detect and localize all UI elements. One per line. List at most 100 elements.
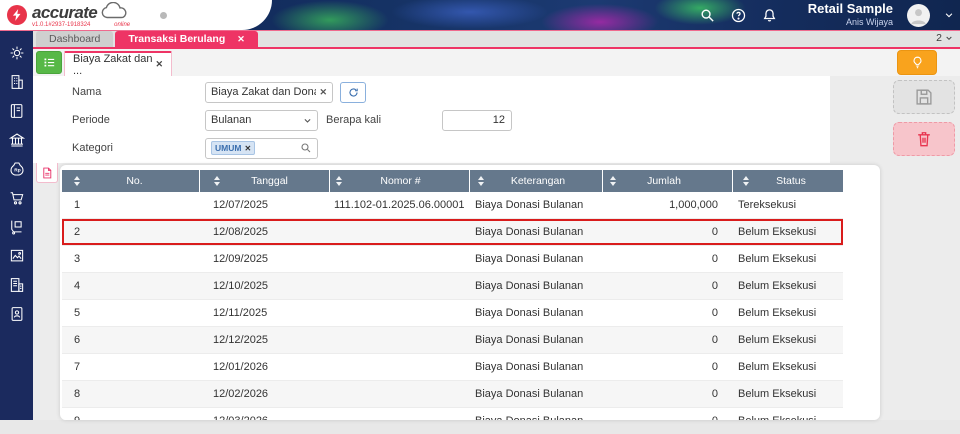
- cell-jumlah: 0: [711, 226, 718, 238]
- sidebar-item-company[interactable]: [8, 73, 26, 91]
- table-row[interactable]: 3 12/09/2025 Biaya Donasi Bulanan 0 Belu…: [62, 246, 843, 273]
- form-panel: Nama Biaya Zakat dan Donasi Bulanan ✕ Pe…: [33, 76, 830, 163]
- inventory-image-icon: [10, 249, 23, 262]
- refresh-icon: [349, 87, 358, 97]
- list-view-button[interactable]: [36, 51, 62, 74]
- cell-keterangan: Biaya Donasi Bulanan: [475, 334, 584, 346]
- svg-text:Rp: Rp: [14, 168, 21, 174]
- sidebar-item-purchase[interactable]: [8, 218, 26, 236]
- subtab-label: Biaya Zakat dan ...: [73, 52, 153, 77]
- content-area: Nama Biaya Zakat dan Donasi Bulanan ✕ Pe…: [33, 76, 960, 420]
- nama-value: Biaya Zakat dan Donasi Bulanan: [211, 86, 316, 98]
- cell-status: Belum Eksekusi: [738, 388, 817, 400]
- money-bag-icon: Rp: [9, 162, 24, 176]
- user-name: Anis Wijaya: [845, 17, 893, 28]
- notifications-bell-icon[interactable]: [761, 7, 778, 24]
- periode-select[interactable]: Bulanan: [205, 109, 318, 131]
- table-row[interactable]: 7 12/01/2026 Biaya Donasi Bulanan 0 Belu…: [62, 354, 843, 381]
- cell-keterangan: Biaya Donasi Bulanan: [475, 307, 584, 319]
- avatar[interactable]: [907, 3, 930, 27]
- column-header-status[interactable]: Status: [733, 170, 843, 192]
- lightbulb-icon: [913, 56, 921, 69]
- cell-status: Belum Eksekusi: [738, 361, 817, 373]
- user-menu-chevron-icon[interactable]: [944, 10, 954, 20]
- save-button[interactable]: [893, 80, 955, 114]
- accurate-logo-icon: [7, 5, 27, 25]
- cell-jumlah: 0: [711, 388, 718, 400]
- trash-icon: [918, 132, 930, 147]
- sidebar-item-money[interactable]: Rp: [8, 160, 26, 178]
- sidebar-item-sales[interactable]: [8, 189, 26, 207]
- sidebar-item-settings[interactable]: [8, 44, 26, 62]
- cell-keterangan: Biaya Donasi Bulanan: [467, 415, 599, 420]
- document-icon: [43, 167, 52, 178]
- cell-nomor: 111.102-01.2025.06.00001: [334, 199, 465, 211]
- company-building-icon: [11, 75, 23, 89]
- subtab-row: Biaya Zakat dan ... ✕: [33, 49, 960, 77]
- table-row[interactable]: 4 12/10/2025 Biaya Donasi Bulanan 0 Belu…: [62, 273, 843, 300]
- tab-overflow-menu[interactable]: 2: [936, 32, 953, 44]
- brand-suffix: online: [114, 22, 131, 28]
- kategori-tag-close-icon[interactable]: ✕: [244, 144, 251, 153]
- table-row[interactable]: 1 12/07/2025 111.102-01.2025.06.00001 Bi…: [62, 192, 843, 219]
- table-row[interactable]: 2 12/08/2025 Biaya Donasi Bulanan 0 Belu…: [62, 219, 843, 246]
- recurring-table-panel: No. Tanggal Nomor # Keterangan Jumlah St…: [60, 165, 880, 420]
- save-floppy-icon: [916, 89, 932, 105]
- berapa-kali-label: Berapa kali: [326, 114, 382, 126]
- refresh-button[interactable]: [340, 81, 366, 103]
- cell-tanggal: 12/12/2025: [213, 334, 269, 346]
- sidebar-item-ledger[interactable]: [8, 102, 26, 120]
- cell-keterangan: Biaya Donasi Bulanan: [475, 361, 584, 373]
- cell-no: 9: [62, 415, 199, 420]
- chevron-down-icon: [946, 36, 952, 41]
- cell-jumlah: 0: [711, 307, 718, 319]
- cell-tanggal: 12/09/2025: [213, 253, 269, 265]
- sidebar-item-inventory[interactable]: [8, 247, 26, 265]
- column-header-no[interactable]: No.: [62, 170, 199, 192]
- tab-close-icon[interactable]: ✕: [237, 34, 245, 45]
- sidebar: Rp: [0, 31, 33, 420]
- kategori-search-icon[interactable]: [300, 142, 312, 154]
- nama-input[interactable]: Biaya Zakat dan Donasi Bulanan ✕: [205, 81, 333, 103]
- cell-no: 2: [74, 226, 81, 238]
- nama-label: Nama: [72, 86, 102, 98]
- tab-label: Dashboard: [49, 33, 101, 45]
- fixed-asset-building-icon: [10, 278, 23, 292]
- cell-status: Belum Eksekusi: [738, 280, 817, 292]
- delete-button[interactable]: [893, 122, 955, 156]
- company-name: Retail Sample: [807, 1, 893, 17]
- cell-no: 5: [74, 307, 81, 319]
- tab-transaksi-berulang[interactable]: Transaksi Berulang ✕: [115, 31, 258, 47]
- tips-button[interactable]: [897, 50, 937, 75]
- cell-status: Belum Eksekusi: [728, 415, 838, 420]
- table-row[interactable]: 8 12/02/2026 Biaya Donasi Bulanan 0 Belu…: [62, 381, 843, 408]
- tab-dashboard[interactable]: Dashboard: [36, 31, 114, 47]
- cell-no: 7: [74, 361, 81, 373]
- table-row[interactable]: 6 12/12/2025 Biaya Donasi Bulanan 0 Belu…: [62, 327, 843, 354]
- column-header-tanggal[interactable]: Tanggal: [200, 170, 329, 192]
- brand-name: accurate: [32, 3, 98, 22]
- column-header-keterangan[interactable]: Keterangan: [470, 170, 602, 192]
- nama-clear-icon[interactable]: ✕: [319, 87, 327, 98]
- cell-status: Belum Eksekusi: [738, 226, 817, 238]
- search-icon[interactable]: [699, 7, 716, 24]
- table-row[interactable]: 5 12/11/2025 Biaya Donasi Bulanan 0 Belu…: [62, 300, 843, 327]
- cell-status: Tereksekusi: [738, 199, 797, 211]
- berapa-kali-input[interactable]: [442, 109, 512, 131]
- sidebar-item-contacts[interactable]: [8, 305, 26, 323]
- cell-keterangan: Biaya Donasi Bulanan: [475, 280, 584, 292]
- column-header-nomor[interactable]: Nomor #: [330, 170, 469, 192]
- subtab-close-icon[interactable]: ✕: [155, 59, 163, 70]
- sidebar-item-bank[interactable]: [8, 131, 26, 149]
- cell-keterangan: Biaya Donasi Bulanan: [475, 388, 584, 400]
- detail-side-tab[interactable]: [36, 163, 58, 183]
- kategori-tag-label: UMUM: [215, 143, 242, 153]
- subtab-biaya-zakat[interactable]: Biaya Zakat dan ... ✕: [64, 51, 172, 77]
- periode-label: Periode: [72, 114, 110, 126]
- column-header-jumlah[interactable]: Jumlah: [603, 170, 732, 192]
- table-row[interactable]: 9 12/03/2026 Biaya Donasi Bulanan 0 Belu…: [62, 408, 843, 420]
- help-icon[interactable]: [730, 7, 747, 24]
- sidebar-item-fixed-asset[interactable]: [8, 276, 26, 294]
- kategori-input[interactable]: UMUM ✕: [205, 137, 318, 159]
- cell-jumlah: 1,000,000: [669, 199, 718, 211]
